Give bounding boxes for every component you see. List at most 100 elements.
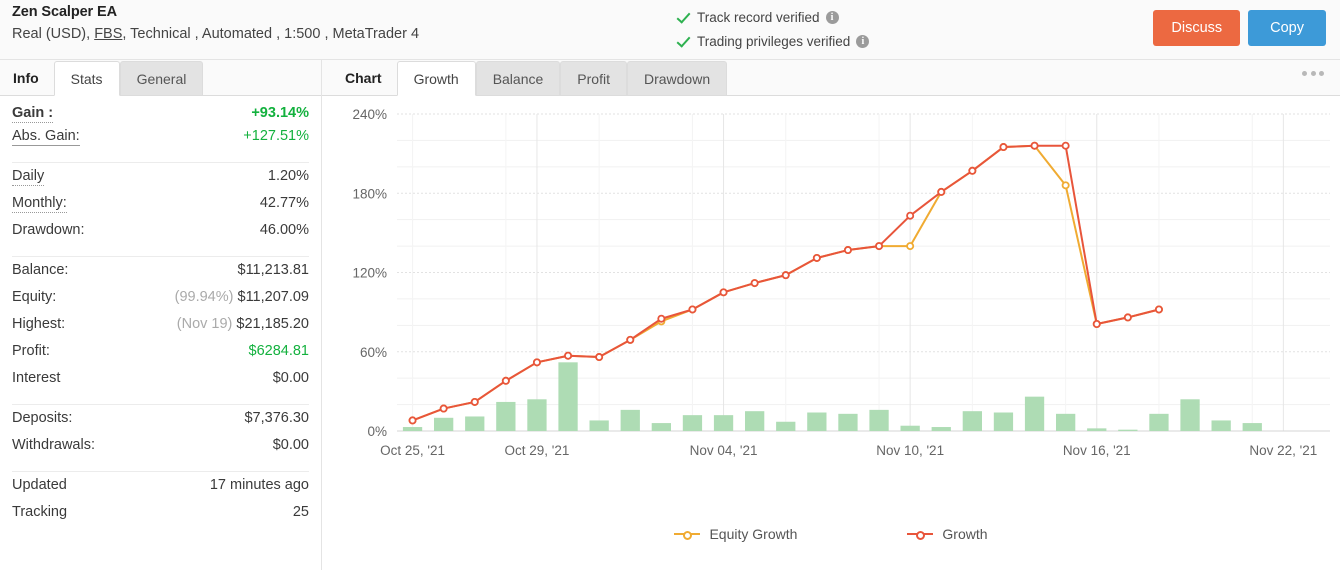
chart-bar — [1211, 420, 1231, 431]
chart-data-point — [999, 143, 1008, 152]
stat-value: $6284.81 — [248, 343, 309, 359]
stat-label: Tracking — [12, 504, 68, 520]
chart-svg: 0% 60% 120% 180% 240% Oct 25, '21 Oct 29, '21 N… — [352, 107, 1330, 458]
chart-tab-profit[interactable]: Profit — [560, 61, 627, 96]
legend-label: Equity Growth — [709, 526, 798, 542]
verification-track-record: Track record verified i — [676, 6, 869, 28]
broker-link[interactable]: FBS — [94, 26, 122, 42]
chart-data-point — [906, 211, 915, 220]
sidebar-tab-stats[interactable]: Stats — [53, 61, 120, 96]
stat-label[interactable]: Daily — [12, 168, 45, 186]
chart-bar — [682, 415, 703, 431]
chart-bar — [745, 411, 765, 431]
header-actions: Discuss Copy — [1153, 10, 1326, 46]
legend-item-growth[interactable]: Growth — [907, 526, 988, 542]
more-options-icon[interactable] — [1302, 71, 1324, 76]
stat-value: +93.14% — [251, 105, 309, 121]
legend-item-equity-growth[interactable]: Equity Growth — [674, 526, 797, 542]
stat-row: Abs. Gain: +127.51% — [12, 128, 309, 155]
stat-value: $11,213.81 — [237, 262, 310, 278]
chart-bar — [620, 409, 640, 431]
stat-row: Gain : +93.14% — [12, 96, 309, 128]
chart-data-point — [439, 404, 448, 413]
stat-row: Deposits: $7,376.30 — [12, 410, 309, 437]
chart-bar — [807, 412, 827, 431]
sidebar-tabbar: Info Stats General — [0, 60, 321, 96]
chart-data-point — [1092, 320, 1101, 329]
chart-bar — [900, 425, 920, 431]
y-axis-tick-label: 180% — [352, 186, 387, 201]
check-icon — [676, 34, 691, 49]
chart-data-point — [875, 242, 884, 251]
chart-data-point — [1123, 313, 1132, 322]
stat-label: Deposits: — [12, 410, 73, 426]
stat-label: Interest — [12, 370, 61, 386]
page-header: Zen Scalper EA Real (USD), FBS, Technica… — [0, 0, 1340, 60]
y-axis-tick-label: 240% — [352, 107, 387, 122]
info-icon[interactable]: i — [856, 34, 870, 48]
stat-label: Updated — [12, 477, 67, 493]
x-axis-tick-label: Oct 29, '21 — [505, 443, 570, 458]
page-body: Info Stats General Gain : +93.14% Abs. Gai… — [0, 60, 1340, 570]
stat-row: Balance: $11,213.81 — [12, 262, 309, 289]
chart-bar — [931, 427, 951, 431]
chart-bar — [993, 412, 1014, 431]
chart-bar — [651, 423, 671, 431]
stat-row: Updated 17 minutes ago — [12, 477, 309, 504]
chart-data-point — [564, 351, 573, 360]
stats-sidebar: Info Stats General Gain : +93.14% Abs. Gai… — [0, 60, 322, 570]
stat-row: Highest: (Nov 19) $21,185.20 — [12, 316, 309, 343]
chart-bar — [1087, 428, 1107, 431]
stat-value: 17 minutes ago — [209, 477, 309, 493]
stat-label: Balance: — [12, 262, 69, 278]
stat-row: Daily 1.20% — [12, 168, 309, 195]
chart-data-point — [1030, 141, 1039, 150]
stat-value-prefix: (99.94%) — [174, 289, 238, 305]
chart-bar — [962, 411, 982, 431]
stat-value: +127.51% — [243, 128, 309, 144]
chart-data-point — [781, 271, 790, 280]
stat-label[interactable]: Abs. Gain: — [12, 128, 80, 146]
discuss-button[interactable]: Discuss — [1153, 10, 1241, 46]
account-meta-rest: , Technical , Automated , 1:500 , MetaTr… — [122, 26, 420, 42]
legend-marker-icon — [674, 529, 701, 540]
stat-row: Drawdown: 46.00% — [12, 222, 309, 249]
stat-value: 25 — [292, 504, 309, 520]
copy-button[interactable]: Copy — [1248, 10, 1326, 46]
chart-data-point — [843, 246, 852, 255]
stat-row: Profit: $6284.81 — [12, 343, 309, 370]
chart-tab-balance[interactable]: Balance — [475, 61, 561, 96]
chart-bar — [1149, 413, 1169, 431]
chart-bar — [1118, 429, 1138, 431]
stat-label: Withdrawals: — [12, 437, 95, 453]
chart-bar — [776, 421, 796, 431]
growth-chart: 0% 60% 120% 180% 240% Oct 25, '21 Oct 29, '21 N… — [322, 96, 1340, 570]
verification-list: Track record verified i Trading privileg… — [676, 6, 870, 52]
account-identity: Zen Scalper EA Real (USD), FBS, Technica… — [12, 4, 419, 42]
chart-data-point — [470, 397, 479, 406]
chart-tab-growth[interactable]: Growth — [396, 61, 476, 96]
stat-row: Withdrawals: $0.00 — [12, 437, 309, 464]
chart-bar — [402, 427, 423, 431]
chart-bar — [434, 417, 454, 431]
chart-data-point — [750, 279, 759, 288]
stats-divider — [12, 471, 309, 472]
chart-data-point — [595, 353, 604, 362]
stat-label[interactable]: Gain : — [12, 105, 54, 123]
info-icon[interactable]: i — [825, 10, 839, 24]
chart-panel: Chart Growth Balance Profit Drawdown 0% 6… — [322, 60, 1340, 570]
stats-divider — [12, 256, 309, 257]
stat-label[interactable]: Monthly: — [12, 195, 67, 213]
y-axis-tick-label: 60% — [360, 345, 387, 360]
x-axis-tick-label: Nov 22, '21 — [1249, 443, 1317, 458]
stats-divider — [12, 404, 309, 405]
chart-data-point — [1154, 305, 1163, 314]
chart-tab-drawdown[interactable]: Drawdown — [626, 61, 728, 96]
account-type: Real (USD), — [12, 26, 91, 42]
chart-data-point — [657, 314, 666, 323]
sidebar-tab-general[interactable]: General — [119, 61, 204, 96]
legend-label: Growth — [942, 526, 988, 542]
legend-marker-icon — [907, 529, 934, 540]
stat-row: Tracking 25 — [12, 504, 309, 531]
chart-data-point — [937, 187, 946, 196]
